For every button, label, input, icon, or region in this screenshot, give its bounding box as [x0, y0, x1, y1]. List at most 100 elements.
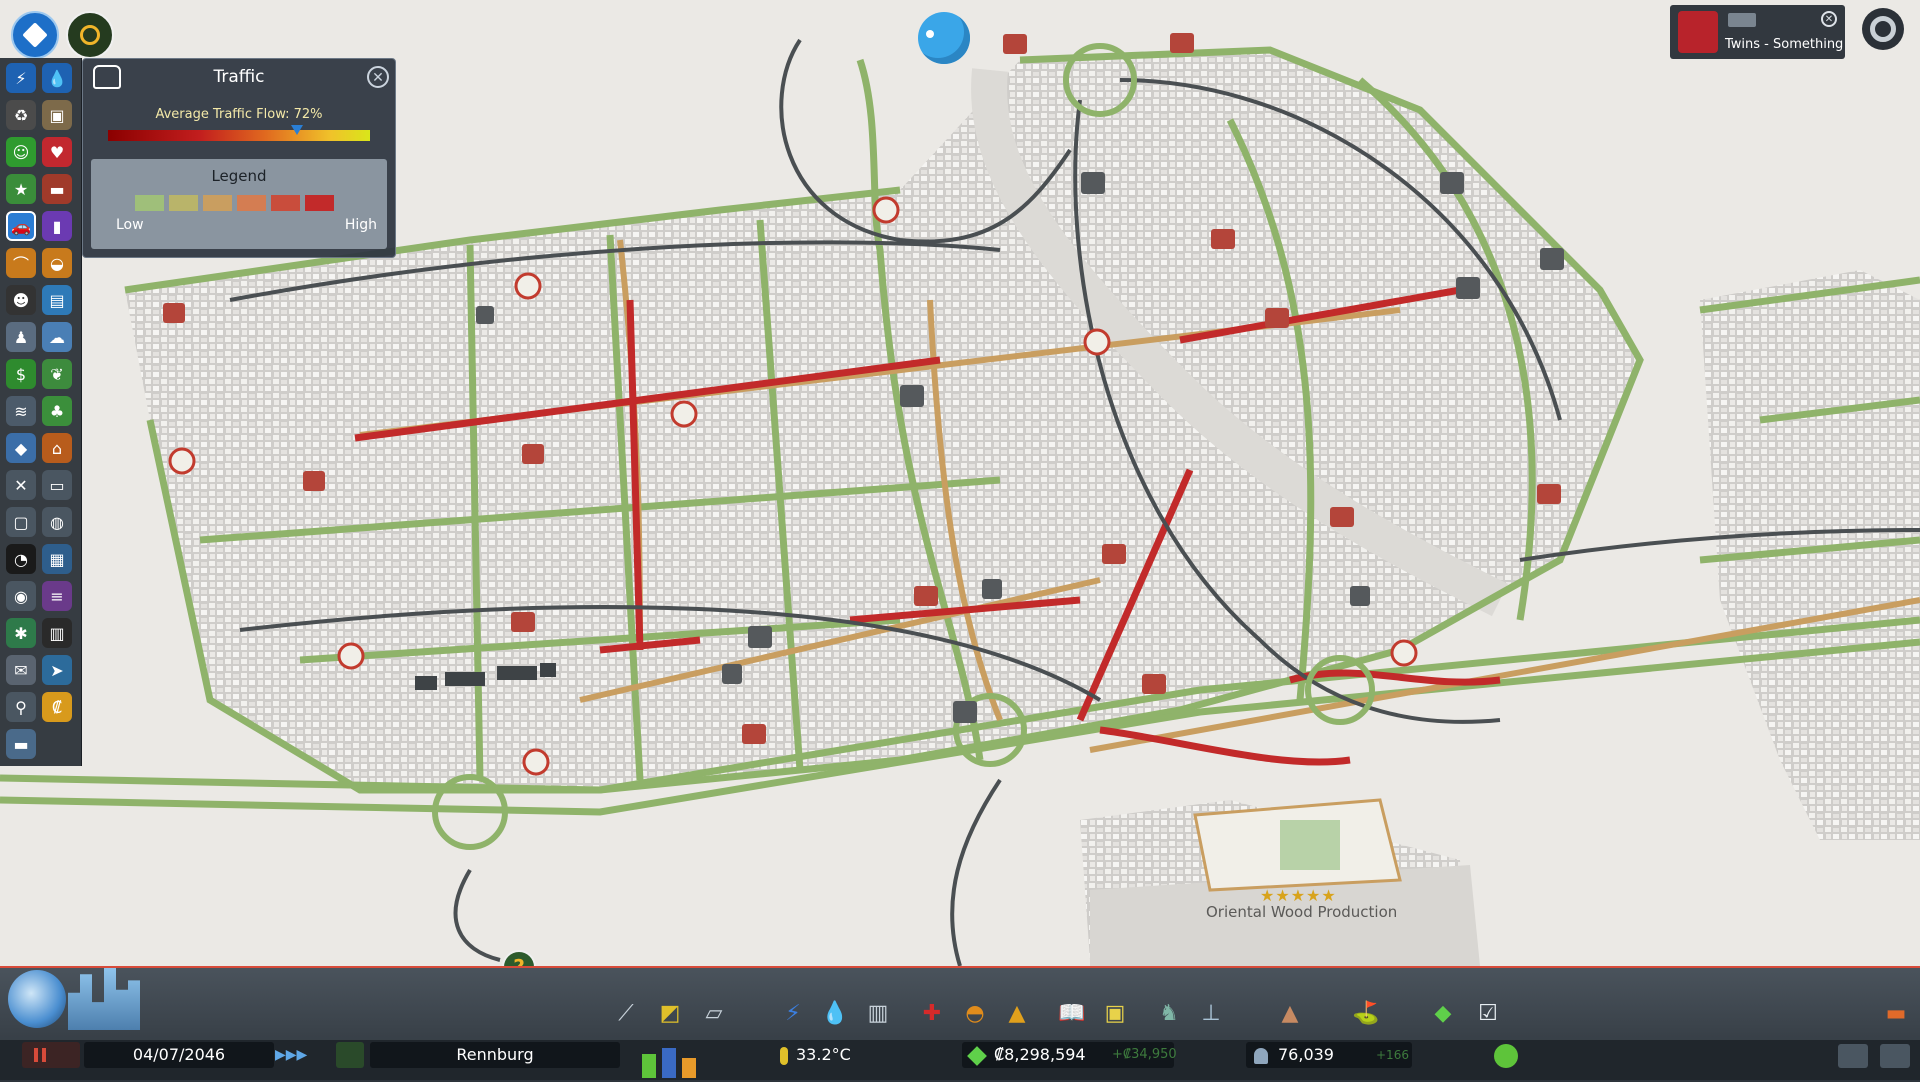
- panel-title: Traffic: [213, 67, 265, 87]
- info-view-toolbar: ⚡ 💧 ♻ ▣ ☺ ♥ ★ ▬ 🚗 ▮ ⌒ ◒ ☻ ▤ ♟ ☁ $ ❦ ≋ ♣ …: [0, 58, 82, 766]
- buildings-icon[interactable]: ▣: [42, 100, 72, 130]
- industry-icon[interactable]: ▥: [42, 618, 72, 648]
- electricity-tool-icon[interactable]: ⚡: [779, 999, 807, 1027]
- close-icon[interactable]: ✕: [1821, 11, 1837, 27]
- water-icon[interactable]: 💧: [42, 63, 72, 93]
- money-value: ₡8,298,594: [994, 1045, 1086, 1064]
- bulldozer-icon[interactable]: ▬: [1882, 999, 1910, 1027]
- finance-icon[interactable]: ₡: [42, 692, 72, 722]
- legend-low-label: Low: [116, 217, 144, 233]
- education-tool-icon[interactable]: 📖: [1058, 999, 1086, 1027]
- legend-high-label: High: [344, 217, 377, 233]
- demand-meter: [640, 1040, 704, 1078]
- terraform-tool-icon[interactable]: ⛳: [1352, 999, 1380, 1027]
- fishing-icon[interactable]: ➤: [42, 655, 72, 685]
- population-change: +166: [1376, 1048, 1409, 1062]
- walking-icon[interactable]: ⚲: [6, 692, 36, 722]
- fire-tool-icon[interactable]: ◓: [961, 999, 989, 1027]
- road-condition-icon[interactable]: ▭: [42, 470, 72, 500]
- average-traffic-flow: Average Traffic Flow: 72%: [155, 107, 323, 122]
- districts-icon[interactable]: ▦: [42, 544, 72, 574]
- legend-swatch: [305, 195, 334, 211]
- tourism-icon[interactable]: ≡: [42, 581, 72, 611]
- electricity-icon[interactable]: ⚡: [6, 63, 36, 93]
- groundwater-icon[interactable]: ◆: [6, 433, 36, 463]
- traffic-icon[interactable]: 🚗: [6, 211, 36, 241]
- building-label[interactable]: Oriental Wood Production: [1206, 903, 1397, 921]
- landscaping-tool-icon[interactable]: ▲: [1276, 999, 1304, 1027]
- happiness-icon[interactable]: ☺: [6, 137, 36, 167]
- health-icon[interactable]: ♥: [42, 137, 72, 167]
- unlocking-button[interactable]: [66, 11, 114, 59]
- city-globe-icon[interactable]: [8, 970, 66, 1028]
- radio-station-icon[interactable]: [1678, 11, 1718, 53]
- volume-icon[interactable]: [1728, 13, 1756, 27]
- speed-icon[interactable]: ▶▶▶: [275, 1042, 309, 1068]
- districts-tool-icon[interactable]: ▱: [700, 999, 728, 1027]
- gear-icon: [1870, 16, 1896, 42]
- unique-buildings-tool-icon[interactable]: ⊥: [1197, 999, 1225, 1027]
- traffic-panel: Traffic ✕ Average Traffic Flow: 72% Lege…: [82, 58, 396, 258]
- snow-icon[interactable]: ▢: [6, 507, 36, 537]
- leisure-icon[interactable]: ★: [6, 174, 36, 204]
- legend-swatch: [169, 195, 198, 211]
- milestone-icon: [80, 25, 100, 45]
- temperature-display: 33.2°C: [780, 1042, 900, 1068]
- legend: Legend Low High: [91, 159, 387, 249]
- settings-button[interactable]: [1862, 8, 1904, 50]
- money-icon: [967, 1045, 987, 1066]
- tools-icon[interactable]: ✱: [6, 618, 36, 648]
- natural-resources-icon[interactable]: ❦: [42, 359, 72, 389]
- legend-swatch: [135, 195, 164, 211]
- education-icon[interactable]: ▬: [42, 174, 72, 204]
- land-value-icon[interactable]: $: [6, 359, 36, 389]
- escape-routes-icon[interactable]: ◍: [42, 507, 72, 537]
- police-tool-icon[interactable]: ▲: [1003, 999, 1031, 1027]
- maintenance-icon[interactable]: ✕: [6, 470, 36, 500]
- toggle-ui-button[interactable]: [1880, 1044, 1910, 1068]
- chirp-toggle-icon[interactable]: [336, 1042, 364, 1068]
- now-playing: Twins - Something: [1725, 37, 1844, 52]
- population-icon[interactable]: ♟: [6, 322, 36, 352]
- crime-icon[interactable]: ☻: [6, 285, 36, 315]
- traffic-flow-marker: [290, 125, 303, 135]
- free-camera-button[interactable]: [1838, 1044, 1868, 1068]
- policies-tool-icon[interactable]: ☑: [1474, 999, 1502, 1027]
- heating-icon[interactable]: ⌂: [42, 433, 72, 463]
- radio-coverage-icon[interactable]: ◔: [6, 544, 36, 574]
- legend-title: Legend: [211, 167, 267, 185]
- legend-swatch: [237, 195, 266, 211]
- water-tool-icon[interactable]: 💧: [821, 999, 849, 1027]
- happiness-indicator-icon[interactable]: [1494, 1044, 1518, 1068]
- garbage-icon[interactable]: ♻: [6, 100, 36, 130]
- legend-swatch: [271, 195, 300, 211]
- public-transport-tool-icon[interactable]: ▣: [1101, 999, 1129, 1027]
- fire-icon[interactable]: ⌒: [6, 248, 36, 278]
- info-views-button[interactable]: [11, 11, 59, 59]
- bus-icon[interactable]: ▬: [6, 729, 36, 759]
- money-tool-icon[interactable]: ◆: [1429, 999, 1457, 1027]
- noise-icon[interactable]: ▮: [42, 211, 72, 241]
- pause-button[interactable]: [22, 1042, 80, 1068]
- radio-widget[interactable]: ✕ Twins - Something: [1670, 5, 1845, 59]
- chirper-icon[interactable]: [918, 12, 970, 64]
- mail-icon[interactable]: ✉: [6, 655, 36, 685]
- roads-icon[interactable]: ⟋: [612, 999, 640, 1027]
- monuments-tool-icon[interactable]: ♞: [1155, 999, 1183, 1027]
- traffic-flow-bar: [108, 130, 370, 141]
- game-date: 04/07/2046: [84, 1042, 274, 1068]
- camera-icon[interactable]: ◉: [6, 581, 36, 611]
- industry-tool-icon[interactable]: ▥: [864, 999, 892, 1027]
- city-name[interactable]: Rennburg: [370, 1042, 620, 1068]
- thermometer-icon: [780, 1046, 788, 1065]
- close-icon[interactable]: ✕: [367, 66, 389, 88]
- wind-icon[interactable]: ≋: [6, 396, 36, 426]
- transport-icon[interactable]: ▤: [42, 285, 72, 315]
- park-icon[interactable]: ♣: [42, 396, 72, 426]
- healthcare-tool-icon[interactable]: ✚: [918, 999, 946, 1027]
- zoning-icon[interactable]: ◩: [656, 999, 684, 1027]
- population-icon: [1254, 1047, 1268, 1064]
- police-icon[interactable]: ◒: [42, 248, 72, 278]
- pollution-icon[interactable]: ☁: [42, 322, 72, 352]
- temperature-value: 33.2°C: [796, 1045, 851, 1064]
